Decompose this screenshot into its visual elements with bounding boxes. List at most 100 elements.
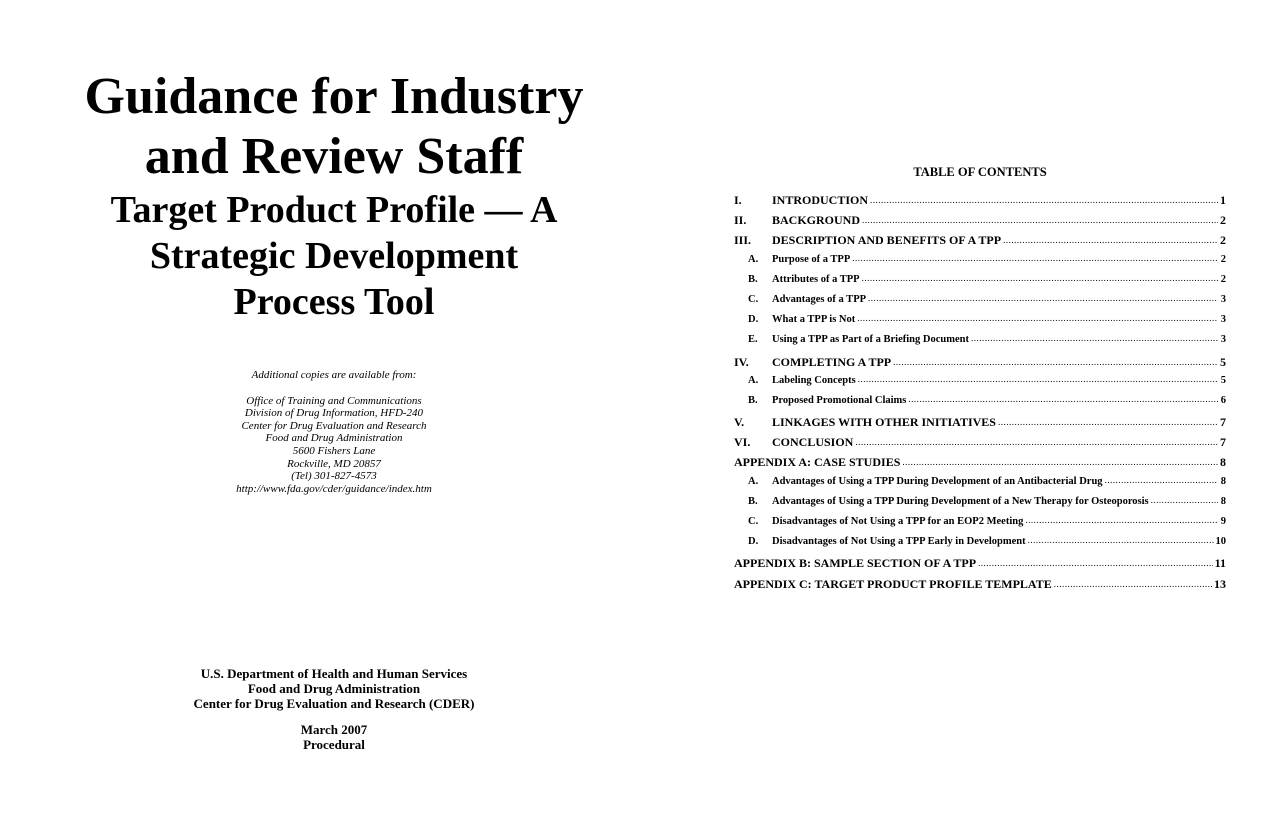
subtitle-line: Process Tool (233, 281, 435, 323)
publisher-line: U.S. Department of Health and Human Serv… (200, 666, 468, 681)
toc-entry[interactable]: B. Proposed Promotional Claims 6 (734, 395, 1226, 415)
toc-entry-number: A. (748, 253, 759, 265)
toc-entry-page: 3 (1220, 293, 1226, 305)
toc-entry-title: Purpose of a TPP (772, 253, 851, 265)
subtitle-line: Target Product Profile — A (110, 189, 558, 231)
toc-entry[interactable]: III. DESCRIPTION AND BENEFITS OF A TPP 2 (734, 233, 1226, 253)
toc-entry[interactable]: D. What a TPP is Not 3 (734, 314, 1226, 334)
toc-entry-title: DESCRIPTION AND BENEFITS OF A TPP (772, 233, 1002, 248)
address-line: (Tel) 301-827-4573 (291, 470, 377, 483)
dot-leader (908, 394, 1218, 405)
subtitle-line: Strategic Development (149, 235, 519, 277)
dot-leader (1025, 515, 1218, 526)
toc-entry[interactable]: A. Labeling Concepts 5 (734, 375, 1226, 395)
toc-entry-title: CONCLUSION (772, 435, 854, 450)
toc-entry-title: Using a TPP as Part of a Briefing Docume… (772, 334, 969, 346)
address-line: Rockville, MD 20857 (287, 457, 381, 470)
toc-entry[interactable]: E. Using a TPP as Part of a Briefing Docu… (734, 334, 1226, 354)
toc-entry[interactable]: I. INTRODUCTION 1 (734, 193, 1226, 213)
publisher-line: Center for Drug Evaluation and Research … (193, 696, 475, 711)
toc-entry[interactable]: C. Advantages of a TPP 3 (734, 294, 1226, 314)
toc-entry[interactable]: APPENDIX C: TARGET PRODUCT PROFILE TEMPL… (734, 577, 1226, 597)
toc-entry[interactable]: VI. CONCLUSION 7 (734, 435, 1226, 455)
toc-entry[interactable]: APPENDIX B: SAMPLE SECTION OF A TPP 11 (734, 556, 1226, 576)
toc-entry-title: LINKAGES WITH OTHER INITIATIVES (772, 415, 996, 430)
toc-entry-title: Labeling Concepts (772, 374, 856, 386)
toc-entry[interactable]: V. LINKAGES WITH OTHER INITIATIVES 7 (734, 415, 1226, 435)
toc-entry-number: VI. (734, 435, 751, 450)
toc-entry-title: Attributes of a TPP (772, 273, 860, 285)
toc-entry-number: A. (748, 475, 759, 487)
toc-entry[interactable]: II. BACKGROUND 2 (734, 213, 1226, 233)
toc-entry[interactable]: IV. COMPLETING A TPP 5 (734, 355, 1226, 375)
toc-entry-page: 3 (1220, 334, 1226, 346)
toc-entry-number: D. (748, 314, 759, 326)
toc-entry-page: 1 (1220, 193, 1226, 207)
toc-entry-title: APPENDIX B: SAMPLE SECTION OF A TPP (734, 556, 977, 571)
toc-entry-page: 10 (1215, 536, 1227, 548)
document-title-line-2: and Review Staff (144, 128, 524, 185)
toc-entry-page: 3 (1220, 314, 1226, 326)
toc-entry-title: Disadvantages of Not Using a TPP for an … (772, 516, 1024, 527)
address-line: Office of Training and Communications (246, 394, 422, 407)
dot-leader (852, 253, 1218, 264)
toc-entry-number: D. (748, 536, 759, 548)
toc-entry-page: 8 (1220, 455, 1226, 470)
toc-entry-number: IV. (734, 354, 749, 369)
publisher-line: Food and Drug Administration (247, 681, 421, 696)
publication-date: March 2007 (300, 722, 368, 737)
toc-entry[interactable]: B. Attributes of a TPP 2 (734, 274, 1226, 294)
toc-entry-number: B. (748, 394, 758, 406)
dot-leader (978, 555, 1213, 570)
toc-entry-title: Disadvantages of Not Using a TPP Early i… (772, 536, 1026, 548)
toc-entry-page: 7 (1220, 415, 1226, 430)
toc-entry-number: B. (748, 495, 758, 507)
dot-leader (868, 293, 1218, 304)
toc-entry-number: B. (748, 273, 758, 285)
dot-leader (1105, 475, 1218, 486)
toc-entry[interactable]: B. Advantages of Using a TPP During Devel… (734, 496, 1226, 516)
toc-entry-page: 5 (1220, 374, 1226, 386)
address-line: 5600 Fishers Lane (292, 444, 376, 457)
toc-heading: TABLE OF CONTENTS (913, 165, 1047, 179)
toc-entry-title: APPENDIX A: CASE STUDIES (734, 455, 901, 470)
toc-entry-title: COMPLETING A TPP (772, 354, 892, 369)
toc-entry[interactable]: APPENDIX A: CASE STUDIES 8 (734, 455, 1226, 475)
toc-entry[interactable]: A. Advantages of Using a TPP During Devel… (734, 476, 1226, 496)
toc-entry-number: C. (748, 516, 759, 527)
toc-entry[interactable]: D. Disadvantages of Not Using a TPP Early… (734, 536, 1226, 556)
document-subtitle: Target Product Profile — A Strategic Dev… (0, 187, 668, 325)
toc-entry-number: C. (748, 293, 759, 305)
dot-leader (862, 212, 1218, 227)
toc-entry-title: Advantages of a TPP (772, 293, 867, 305)
toc-entry-number: A. (748, 374, 759, 386)
toc-entry-title: Proposed Promotional Claims (772, 394, 907, 406)
dot-leader (1054, 576, 1212, 591)
cover-page: Guidance for Industry and Review Staff T… (0, 0, 668, 817)
document-category: Procedural (303, 737, 365, 752)
document-title-line-1: Guidance for Industry (84, 68, 584, 125)
dot-leader (1028, 535, 1214, 546)
toc-entry-number: I. (734, 193, 742, 207)
toc-entry-title: Advantages of Using a TPP During Develop… (772, 495, 1149, 507)
dot-leader (971, 333, 1218, 344)
dot-leader (855, 434, 1218, 449)
toc-entry-title: Advantages of Using a TPP During Develop… (772, 475, 1103, 487)
toc-entry-page: 11 (1214, 556, 1226, 571)
table-of-contents: I. INTRODUCTION 1 II. BACKGROUND 2 III. DESCRIP… (734, 193, 1226, 597)
toc-entry-page: 2 (1220, 213, 1226, 228)
dot-leader (998, 414, 1218, 429)
address-line: Center for Drug Evaluation and Research (241, 419, 427, 432)
toc-entry-number: E. (748, 334, 758, 346)
toc-entry-number: III. (734, 233, 752, 248)
toc-entry[interactable]: C. Disadvantages of Not Using a TPP for a… (734, 516, 1226, 536)
toc-entry[interactable]: A. Purpose of a TPP 2 (734, 254, 1226, 274)
dot-leader (902, 454, 1218, 469)
availability-intro: Additional copies are available from: (251, 369, 417, 381)
address-line: Division of Drug Information, HFD-240 (244, 407, 424, 420)
toc-entry-title: BACKGROUND (772, 213, 861, 228)
dot-leader (858, 374, 1218, 385)
toc-entry-page: 13 (1214, 576, 1226, 591)
toc-entry-number: V. (734, 415, 745, 430)
toc-entry-page: 9 (1220, 516, 1226, 527)
